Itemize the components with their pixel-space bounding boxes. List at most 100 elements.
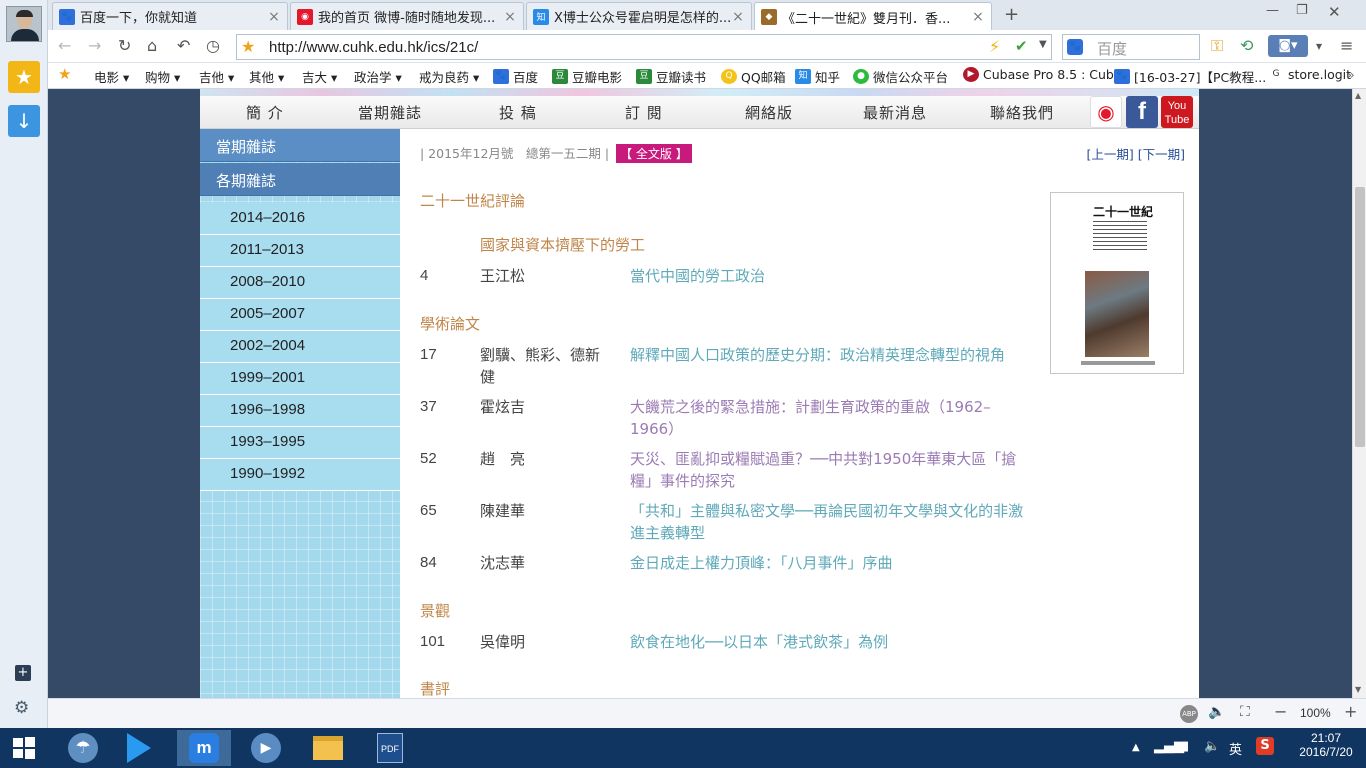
scrollbar-thumb[interactable]: [1355, 187, 1365, 447]
close-window-icon[interactable]: ✕: [1328, 3, 1341, 21]
windows-start-icon[interactable]: [0, 730, 48, 766]
nav-contact[interactable]: 聯絡我們: [990, 102, 1054, 123]
compat-mode-icon[interactable]: ✔: [1015, 37, 1028, 55]
bookmark-baidu[interactable]: 🐾 百度: [493, 67, 538, 86]
bookmark-folder[interactable]: 其他 ▾: [249, 67, 284, 86]
article-title-link[interactable]: 金日成走上權力頂峰：「八月事件」序曲: [630, 552, 1030, 574]
nav-current-issue[interactable]: 當期雜誌: [358, 102, 422, 123]
close-icon[interactable]: ×: [503, 9, 517, 25]
home-icon[interactable]: ⌂: [147, 36, 157, 55]
year-item[interactable]: 2008–2010: [200, 267, 400, 299]
close-icon[interactable]: ×: [971, 9, 985, 25]
year-item[interactable]: 1996–1998: [200, 395, 400, 427]
bookmark-zhihu[interactable]: 知知乎: [795, 67, 840, 86]
article-title-link[interactable]: 解釋中國人口政策的歷史分期：政治精英理念轉型的視角: [630, 344, 1030, 366]
battery-icon[interactable]: ▮: [1182, 739, 1189, 754]
bookmark-folder[interactable]: 电影 ▾: [94, 67, 129, 86]
address-bar[interactable]: ★ http://www.cuhk.edu.hk/ics/21c/ ⚡ ✔ ▼: [236, 34, 1052, 60]
show-hidden-icons-icon[interactable]: ▲: [1132, 742, 1140, 753]
umbrella-app-icon[interactable]: ☂: [56, 730, 110, 766]
bookmark-douban-movie[interactable]: 豆豆瓣电影: [552, 67, 622, 86]
fullscreen-icon[interactable]: ⛶: [1240, 704, 1250, 720]
zoom-out-icon[interactable]: −: [1274, 702, 1287, 721]
key-icon[interactable]: ⚿: [1211, 36, 1223, 56]
bookmark-star-icon[interactable]: ★: [241, 37, 255, 56]
year-item[interactable]: 1990–1992: [200, 459, 400, 491]
year-item[interactable]: 2011–2013: [200, 235, 400, 267]
undo-icon[interactable]: ↶: [177, 36, 190, 55]
add-panel-icon[interactable]: +: [15, 665, 31, 681]
speed-mode-icon[interactable]: ⚡: [989, 37, 1000, 56]
bookmark-folder[interactable]: 购物 ▾: [145, 67, 180, 86]
prev-next-links[interactable]: [上一期] [下一期]: [1087, 144, 1185, 163]
tab-21c[interactable]: ◆ 《二十一世紀》雙月刊．香... ×: [754, 2, 992, 31]
chevron-down-icon[interactable]: ▾: [1316, 39, 1322, 53]
zoom-in-icon[interactable]: +: [1344, 702, 1357, 721]
article-title-link[interactable]: 天災、匪亂抑或糧賦過重？──中共對1950年華東大區「搶糧」事件的探究: [630, 448, 1030, 492]
system-clock[interactable]: 21:07 2016/7/20: [1295, 731, 1357, 759]
nav-submit[interactable]: 投 稿: [499, 102, 537, 123]
bookmark-cubase[interactable]: ▶ Cubase Pro 8.5 : Cub...: [963, 67, 1126, 82]
youtube-icon[interactable]: You Tube: [1161, 96, 1193, 128]
restore-icon[interactable]: ❐: [1296, 3, 1308, 18]
volume-icon[interactable]: 🔈: [1208, 704, 1225, 720]
ime-indicator[interactable]: 英: [1229, 739, 1242, 758]
adblock-icon[interactable]: ABP: [1180, 705, 1198, 723]
weibo-icon[interactable]: ◉: [1090, 96, 1122, 128]
tab-zhihu[interactable]: 知 X博士公众号霍启明是怎样的... ×: [526, 2, 752, 30]
settings-gear-icon[interactable]: ⚙: [14, 698, 29, 718]
tab-weibo[interactable]: ◉ 我的首页 微博-随时随地发现... ×: [290, 2, 524, 30]
tab-baidu[interactable]: 🐾 百度一下，你就知道 ×: [52, 2, 288, 30]
refresh-icon[interactable]: ↻: [118, 36, 131, 55]
download-arrow-icon[interactable]: ↓: [8, 105, 40, 137]
vertical-scrollbar[interactable]: ▲ ▼: [1352, 89, 1366, 698]
bookmark-pc-tutorial[interactable]: 🐾 [16-03-27]【PC教程...: [1114, 67, 1266, 86]
new-tab-button[interactable]: +: [1004, 4, 1019, 25]
issue-cover-image[interactable]: 二十一世紀: [1050, 192, 1184, 374]
network-signal-icon[interactable]: ▂▄▆: [1154, 739, 1184, 754]
full-version-badge[interactable]: 【 全文版 】: [616, 144, 692, 163]
file-explorer-icon[interactable]: [301, 730, 355, 766]
sogou-ime-icon[interactable]: S: [1256, 737, 1274, 755]
article-title-link[interactable]: 當代中國的勞工政治: [630, 265, 1030, 287]
zoom-level[interactable]: 100%: [1300, 706, 1331, 720]
nav-online[interactable]: 網絡版: [745, 102, 793, 123]
article-title-link[interactable]: 飲食在地化──以日本「港式飲茶」為例: [630, 631, 1030, 653]
url-text[interactable]: http://www.cuhk.edu.hk/ics/21c/: [269, 39, 478, 56]
article-title-link[interactable]: 「共和」主體與私密文學──再論民國初年文學與文化的非激進主義轉型: [630, 500, 1030, 544]
nav-subscribe[interactable]: 訂 閱: [625, 102, 663, 123]
bookmark-qq-mail[interactable]: Q QQ邮箱: [721, 67, 786, 86]
screenshot-camera-icon[interactable]: ◙▾: [1268, 35, 1308, 57]
maxthon-browser-icon[interactable]: m: [177, 730, 231, 766]
forward-icon[interactable]: →: [88, 36, 101, 55]
back-icon[interactable]: ←: [58, 36, 71, 55]
video-player-icon[interactable]: ▶: [239, 730, 293, 766]
scroll-up-icon[interactable]: ▲: [1355, 91, 1361, 100]
year-item[interactable]: 2014–2016: [200, 203, 400, 235]
user-avatar[interactable]: [6, 6, 42, 42]
menu-icon[interactable]: ≡: [1340, 36, 1353, 55]
baidu-search-icon[interactable]: 🐾: [1067, 39, 1083, 55]
year-item[interactable]: 1993–1995: [200, 427, 400, 459]
search-input[interactable]: 百度: [1097, 38, 1127, 59]
bookmark-douban-book[interactable]: 豆豆瓣读书: [636, 67, 706, 86]
speaker-icon[interactable]: 🔈: [1204, 739, 1220, 754]
bookmark-folder[interactable]: 政治学 ▾: [354, 67, 402, 86]
facebook-icon[interactable]: f: [1126, 96, 1158, 128]
bookmark-folder[interactable]: 吉他 ▾: [199, 67, 234, 86]
favorites-star-icon[interactable]: ★: [8, 61, 40, 93]
more-bookmarks-icon[interactable]: »: [1347, 67, 1355, 82]
bookmark-logitech[interactable]: Gstore.logit: [1268, 67, 1351, 82]
bookmark-wechat[interactable]: ● 微信公众平台: [853, 67, 948, 86]
history-clock-icon[interactable]: ◷: [206, 36, 220, 55]
year-item[interactable]: 1999–2001: [200, 363, 400, 395]
user-sync-icon[interactable]: ⟲: [1240, 36, 1253, 55]
scroll-down-icon[interactable]: ▼: [1355, 685, 1361, 694]
search-box[interactable]: 🐾 百度: [1062, 34, 1200, 60]
bookmark-folder[interactable]: 吉大 ▾: [302, 67, 337, 86]
media-player-icon[interactable]: [112, 730, 166, 766]
bookmark-folder[interactable]: 戒为良药 ▾: [419, 67, 479, 86]
past-issues-heading[interactable]: 各期雜誌: [200, 163, 400, 196]
pdf-reader-icon[interactable]: PDF: [363, 730, 417, 766]
minimize-icon[interactable]: —: [1266, 3, 1279, 18]
